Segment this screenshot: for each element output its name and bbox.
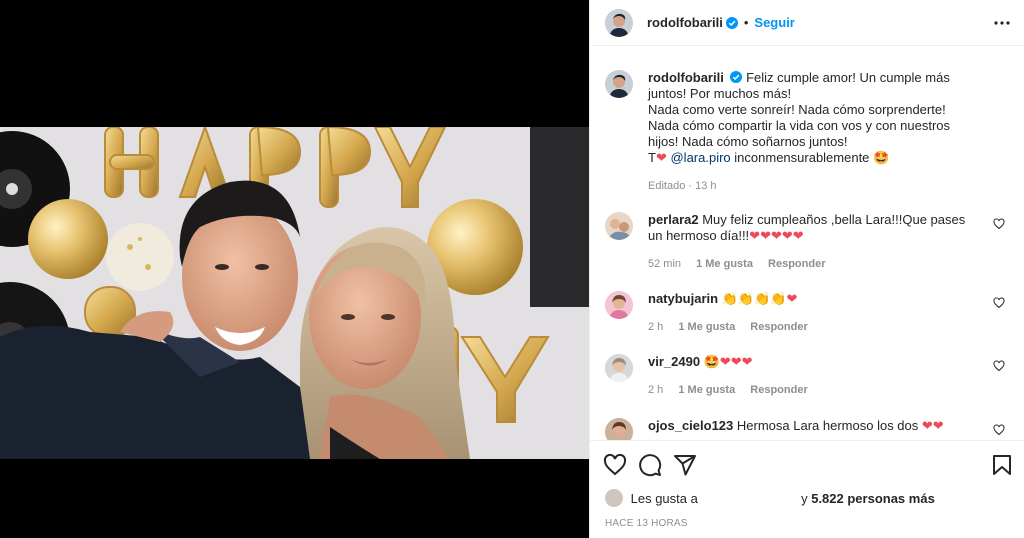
comment-text: 🤩: [703, 354, 720, 369]
comment-time: 2 h: [648, 384, 664, 396]
verified-badge-icon: [730, 71, 743, 83]
liker-avatar[interactable]: [605, 489, 623, 507]
star-eyes-emoji: 🤩: [873, 150, 890, 165]
likes-summary: Les gusta a y 5.822 personas más: [605, 489, 1005, 507]
comment-username[interactable]: perlara2: [648, 212, 699, 227]
comment-body: ojos_cielo123 Hermosa Lara hermoso los d…: [648, 418, 978, 440]
commenter-avatar[interactable]: [605, 418, 633, 440]
comment-item: natybujarin 👏👏👏👏❤ 2 h 1 Me gusta Respond…: [605, 291, 1005, 335]
comment-hearts: ❤❤❤❤❤: [749, 228, 804, 243]
like-comment-heart-icon[interactable]: [993, 424, 1005, 436]
edited-label: Editado: [648, 180, 686, 192]
like-heart-icon[interactable]: [603, 453, 627, 477]
comment-meta: 2 h 1 Me gusta Responder: [648, 382, 978, 398]
likes-count[interactable]: 5.822 personas más: [811, 491, 935, 506]
more-options-icon[interactable]: [993, 14, 1011, 32]
comment-body: perlara2 Muy feliz cumpleaños ,bella Lar…: [648, 212, 978, 272]
post-timestamp[interactable]: HACE 13 HORAS: [605, 518, 688, 529]
caption-body: rodolfobarili Feliz cumple amor! Un cump…: [648, 70, 978, 194]
photo-illustration: [0, 127, 589, 459]
likes-suffix: y: [801, 491, 808, 506]
comment-meta: 52 min 1 Me gusta Responder: [648, 256, 978, 272]
caption-avatar[interactable]: [605, 70, 633, 98]
caption-text-3-suffix: inconmensurablemente: [734, 150, 870, 165]
author-avatar[interactable]: [605, 8, 633, 37]
comment-item: perlara2 Muy feliz cumpleaños ,bella Lar…: [605, 212, 1005, 272]
commenter-avatar[interactable]: [605, 291, 633, 319]
share-paper-plane-icon[interactable]: [673, 453, 697, 477]
comment-text: 👏👏👏👏: [721, 291, 787, 306]
verified-badge-icon: [725, 16, 738, 29]
comment-bubble-icon[interactable]: [638, 453, 662, 477]
comment-username[interactable]: vir_2490: [648, 354, 700, 369]
caption-text-2: Nada como verte sonreír! Nada cómo sorpr…: [648, 102, 951, 149]
comment-likes[interactable]: 1 Me gusta: [678, 384, 735, 396]
post-photo[interactable]: [0, 127, 589, 459]
post-caption: rodolfobarili Feliz cumple amor! Un cump…: [605, 70, 1005, 194]
comments-list[interactable]: rodolfobarili Feliz cumple amor! Un cump…: [590, 47, 1024, 440]
comment-body: vir_2490 🤩❤❤❤ 2 h 1 Me gusta Responder: [648, 354, 978, 398]
comment-username[interactable]: ojos_cielo123: [648, 418, 733, 433]
like-comment-heart-icon[interactable]: [993, 297, 1005, 309]
reply-button[interactable]: Responder: [750, 384, 807, 396]
like-comment-heart-icon[interactable]: [993, 360, 1005, 372]
post-sidebar: rodolfobarili • Seguir rodolfobarili Fel…: [589, 0, 1024, 538]
like-comment-heart-icon[interactable]: [993, 218, 1005, 230]
header-separator: •: [743, 15, 749, 30]
commenter-avatar[interactable]: [605, 212, 633, 240]
author-username[interactable]: rodolfobarili: [647, 15, 723, 30]
follow-button[interactable]: Seguir: [754, 15, 794, 30]
comment-likes[interactable]: 1 Me gusta: [696, 258, 753, 270]
comment-item: vir_2490 🤩❤❤❤ 2 h 1 Me gusta Responder: [605, 354, 1005, 398]
comment-time: 2 h: [648, 321, 664, 333]
likes-prefix: Les gusta a: [630, 491, 698, 506]
mention-link[interactable]: @lara.piro: [670, 150, 730, 165]
media-area: [0, 0, 589, 538]
comment-body: natybujarin 👏👏👏👏❤ 2 h 1 Me gusta Respond…: [648, 291, 978, 335]
comment-hearts: ❤❤❤: [719, 354, 753, 369]
caption-meta: Editado · 13 h: [648, 180, 717, 192]
comment-hearts: ❤: [786, 291, 798, 306]
reply-button[interactable]: Responder: [750, 321, 807, 333]
commenter-avatar[interactable]: [605, 354, 633, 382]
caption-text-3-prefix: T: [648, 150, 656, 165]
comment-hearts: ❤❤: [921, 418, 944, 433]
caption-username[interactable]: rodolfobarili: [648, 70, 724, 85]
post-viewer: rodolfobarili • Seguir rodolfobarili Fel…: [0, 0, 1024, 538]
comment-time: 52 min: [648, 258, 682, 270]
comment-meta: 2 h 1 Me gusta Responder: [648, 319, 978, 335]
caption-time: 13 h: [695, 180, 717, 192]
save-bookmark-icon[interactable]: [990, 453, 1014, 477]
comment-username[interactable]: natybujarin: [648, 291, 718, 306]
comment-text: Hermosa Lara hermoso los dos: [736, 418, 919, 433]
reply-button[interactable]: Responder: [768, 258, 825, 270]
post-actions: Les gusta a y 5.822 personas más HACE 13…: [590, 440, 1024, 538]
comment-likes[interactable]: 1 Me gusta: [678, 321, 735, 333]
comment-item: ojos_cielo123 Hermosa Lara hermoso los d…: [605, 418, 1005, 440]
post-header: rodolfobarili • Seguir: [590, 0, 1024, 46]
heart-emoji: ❤: [655, 150, 667, 165]
